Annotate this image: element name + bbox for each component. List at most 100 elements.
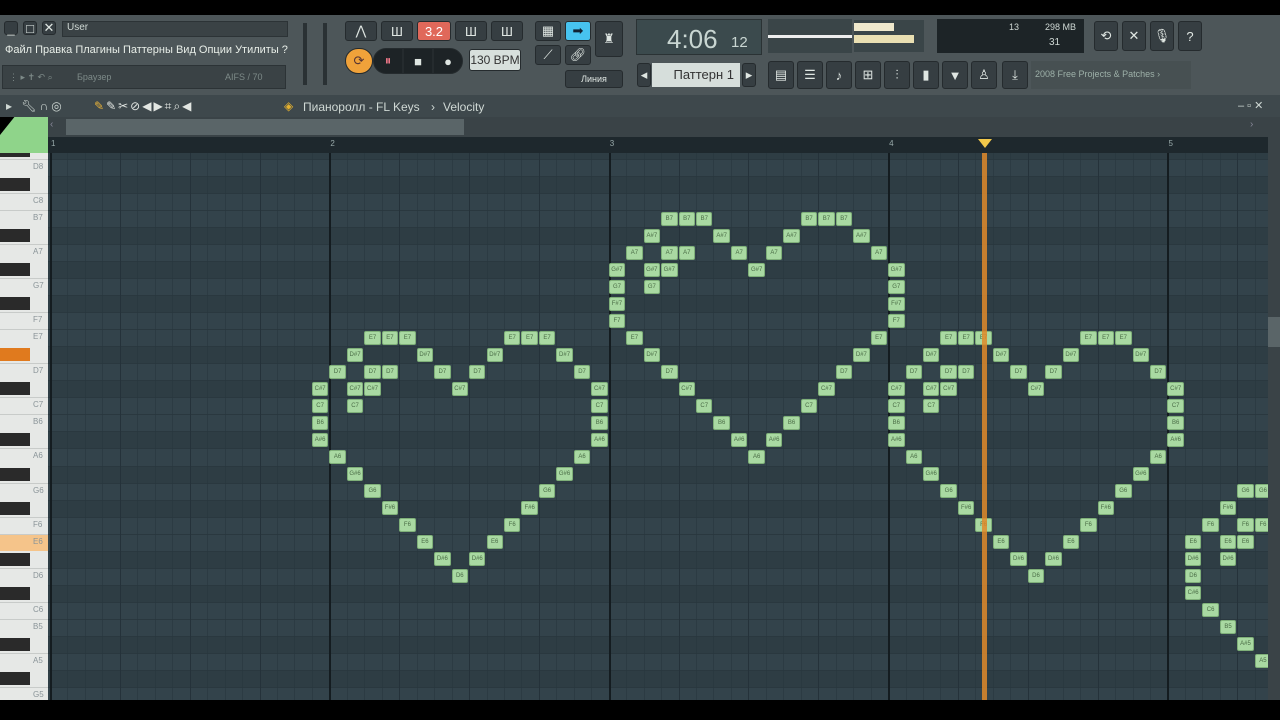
mixer-icon[interactable]: ⫶ [884, 61, 910, 89]
help-icon[interactable]: ? [1178, 21, 1202, 51]
step-line [102, 153, 104, 700]
close-button[interactable]: ✕ [42, 20, 56, 35]
note: D7 [1149, 364, 1167, 379]
maximize-button[interactable]: □ [23, 21, 37, 36]
step-line [730, 153, 732, 700]
bar-line [50, 153, 52, 700]
performance-icon[interactable]: ♙ [971, 61, 997, 89]
note: F6 [1254, 518, 1268, 533]
step-line [538, 153, 540, 700]
user-field[interactable]: User [62, 21, 288, 37]
note: B6 [591, 415, 608, 430]
step-line [154, 153, 156, 700]
master-pitch-slider[interactable] [323, 23, 327, 85]
note-grid[interactable]: E7 E7 E7 E7 E7 E7 D#7 D#7 D#7 D#7 D7 D7 D7 D7 D7 D7 C#7 C… [48, 153, 1268, 700]
browser-icon[interactable]: ⊞ [855, 61, 881, 89]
piano-key-divider [0, 652, 48, 654]
note: E7 [381, 330, 399, 345]
note: G6 [1254, 484, 1268, 499]
plugin-picker-icon[interactable]: ✕ [1122, 21, 1146, 51]
grid-row [48, 533, 1268, 551]
playhead-line [982, 153, 988, 700]
step-line [818, 153, 820, 700]
scrollbar-thumb[interactable] [66, 119, 464, 135]
grid-row [48, 158, 1268, 176]
note: D#7 [556, 347, 573, 362]
breadcrumb-channel[interactable]: Пианоролл - FL Keys [303, 100, 420, 114]
master-volume-slider[interactable] [303, 23, 307, 85]
wait-record-icon[interactable]: Ш [381, 21, 413, 41]
grid-row [48, 550, 1268, 568]
piano-key-black [0, 263, 30, 277]
step-line [276, 153, 278, 700]
note: A#7 [783, 228, 800, 243]
note: F#7 [608, 296, 626, 311]
step-line [224, 153, 226, 700]
piano-keyboard[interactable]: D8 C8 B7 A7 G7 F7 E7 D7 C7 B6 A6 G6 F6 E6 D6 C6 B5 A5 G5 [0, 153, 48, 700]
note: D6 [1184, 569, 1202, 584]
playlist-icon[interactable]: ▤ [768, 61, 794, 89]
minimize-button[interactable]: _ [4, 21, 18, 36]
piano-key-divider [0, 516, 48, 518]
microphone-icon[interactable]: 🎙︎ [1150, 21, 1174, 51]
snap-select[interactable]: Линия [565, 70, 623, 88]
step-line [992, 153, 994, 700]
piano-roll-icon[interactable]: ♪ [826, 61, 852, 89]
channel-rack-icon[interactable]: ☰ [797, 61, 823, 89]
next-pattern-button[interactable]: ▸ [742, 63, 756, 87]
piano-roll-corner-button[interactable] [0, 117, 48, 153]
note: E7 [399, 330, 416, 345]
tool-icons[interactable]: ▸ 🔧︎∩◎ [6, 99, 65, 113]
scroll-right-icon[interactable]: › [1250, 119, 1264, 135]
cpu-memory-monitor: 13 298 MB 31 [937, 19, 1084, 53]
scroll-left-icon[interactable]: ‹ [50, 119, 64, 135]
step-line [84, 153, 86, 700]
breadcrumb-target[interactable]: Velocity [443, 100, 484, 114]
main-menu[interactable]: Файл Правка Плагины Паттерны Вид Опции У… [5, 44, 288, 56]
note: D7 [329, 364, 346, 379]
audio-input-icon[interactable]: ♜ [595, 21, 623, 57]
grid-row [48, 635, 1268, 653]
pause-button[interactable]: ⏸ [373, 48, 403, 74]
timeline-ruler[interactable]: 1 2 3 4 5 [48, 137, 1268, 153]
stop-button[interactable]: ■ [403, 48, 433, 74]
note: C#7 [591, 381, 608, 396]
note: F6 [503, 518, 521, 533]
note: G6 [1237, 484, 1254, 499]
news-ticker[interactable]: 2008 Free Projects & Patches › [1031, 61, 1191, 89]
pencil-icon[interactable]: ⟋ [535, 45, 561, 65]
pattern-selector[interactable]: Паттерн 1 [652, 63, 740, 87]
tempo-field[interactable]: 130 BPM [469, 49, 521, 71]
piano-roll-menu-icon[interactable]: ◈ [284, 99, 293, 113]
snap-arrow-icon[interactable]: ➡ [565, 21, 591, 41]
step-line [1237, 153, 1239, 700]
record-button[interactable]: ● [433, 48, 463, 74]
refresh-icon[interactable]: ⟲ [1094, 21, 1118, 51]
note: F#6 [381, 501, 399, 516]
note: D7 [364, 364, 381, 379]
vertical-scrollbar[interactable] [1268, 117, 1280, 700]
typing-keyboard-icon[interactable]: ▦ [535, 21, 561, 41]
piano-key-divider [0, 448, 48, 450]
loop-record-icon[interactable]: Ш [491, 21, 523, 41]
note: B7 [800, 211, 818, 226]
download-icon[interactable]: ⤓ [1002, 61, 1028, 89]
window-controls[interactable]: ‒ ▫ ✕ [1238, 99, 1263, 112]
step-line [870, 153, 872, 700]
note: E6 [1219, 535, 1237, 550]
plugin-icon[interactable]: ▼ [942, 61, 968, 89]
main-toolbar: _ □ ✕ User Файл Правка Плагины Паттерны … [0, 15, 1280, 95]
grid-row [48, 669, 1268, 687]
horizontal-scrollbar[interactable]: ‹ › [48, 117, 1268, 137]
project-icon[interactable]: ▮ [913, 61, 939, 89]
song-mode-toggle[interactable]: ⟳ [345, 48, 373, 74]
prev-pattern-button[interactable]: ◂ [637, 63, 651, 87]
piano-key-label: A6 [33, 451, 43, 461]
pattern-mode-button[interactable]: 3.2 [417, 21, 451, 41]
metronome-icon[interactable]: ⋀ [345, 21, 377, 41]
step-edit-icon[interactable]: Ш [455, 21, 487, 41]
song-position-display[interactable]: 4:06 12 [636, 19, 762, 55]
link-icon[interactable]: 🔗︎ [565, 45, 591, 65]
edit-tool-icons[interactable]: ✎✎✂⊘◀▶⌗⌕◀ [94, 99, 193, 114]
note: C#7 [364, 381, 381, 396]
